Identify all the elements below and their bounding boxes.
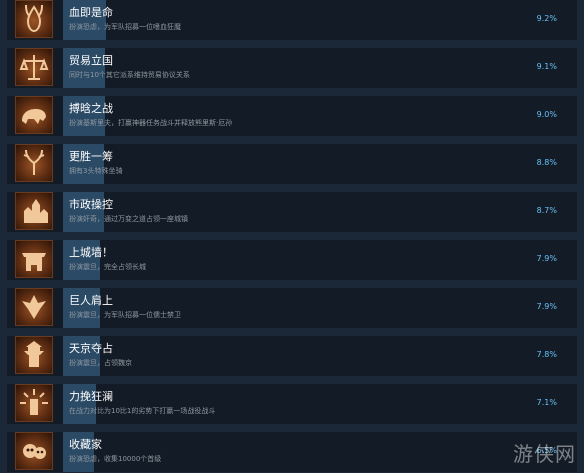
achievement-description: 扮演恐虐，为军队招募一位嗜血狂魔 xyxy=(69,23,181,31)
achievement-title: 巨人肩上 xyxy=(69,294,113,307)
achievement-percent: 7.9% xyxy=(536,254,557,263)
achievement-title: 血即是命 xyxy=(69,6,113,19)
achievement-percent: 8.8% xyxy=(536,158,557,167)
radiant-tower-icon xyxy=(15,384,53,422)
scales-icon xyxy=(15,48,53,86)
achievement-title: 收藏家 xyxy=(69,438,102,451)
achievement-percent: 8.7% xyxy=(536,206,557,215)
achievement-row[interactable]: 市政操控 扮演奸奇，通过万变之道占领一座城镇 8.7% xyxy=(7,192,577,232)
achievement-description: 同时与10个其它派系维持贸易协议关系 xyxy=(69,71,190,79)
achievement-row[interactable]: 更胜一筹 拥有3头特殊坐骑 8.8% xyxy=(7,144,577,184)
bear-icon xyxy=(15,96,53,134)
achievement-description: 在战力对比为10比1的劣势下打赢一场战役战斗 xyxy=(69,407,216,415)
achievement-title: 搏晗之战 xyxy=(69,102,113,115)
achievement-description: 扮演震旦，完全占领长城 xyxy=(69,263,146,271)
achievement-percent: 9.0% xyxy=(536,110,557,119)
achievement-description: 扮演基斯里夫，打赢神器任务战斗并释放熊里斯·厄孙 xyxy=(69,119,233,127)
achievement-row[interactable]: 搏晗之战 扮演基斯里夫，打赢神器任务战斗并释放熊里斯·厄孙 9.0% xyxy=(7,96,577,136)
achievement-percent: 7.1% xyxy=(536,398,557,407)
achievement-row[interactable]: 天京夺占 扮演震旦，占领魏京 7.8% xyxy=(7,336,577,376)
achievement-row[interactable]: 收藏家 扮演恐虐，收集10000个首级 6.5% xyxy=(7,432,577,472)
achievement-row[interactable]: 血即是命 扮演恐虐，为军队招募一位嗜血狂魔 9.2% xyxy=(7,0,577,40)
achievement-description: 扮演震旦，占领魏京 xyxy=(69,359,132,367)
site-watermark: 游侠网 xyxy=(513,442,576,466)
achievement-description: 扮演奸奇，通过万变之道占领一座城镇 xyxy=(69,215,188,223)
skulls-icon xyxy=(15,432,53,470)
achievement-title: 贸易立国 xyxy=(69,54,113,67)
crane-icon xyxy=(15,288,53,326)
achievement-percent: 9.2% xyxy=(536,14,557,23)
achievement-title: 上城墙！ xyxy=(69,246,113,259)
achievement-title: 天京夺占 xyxy=(69,342,113,355)
achievement-description: 扮演震旦，为军队招募一位儒士禁卫 xyxy=(69,311,181,319)
achievement-title: 市政操控 xyxy=(69,198,113,211)
antlers-icon xyxy=(15,144,53,182)
achievement-row[interactable]: 上城墙！ 扮演震旦，完全占领长城 7.9% xyxy=(7,240,577,280)
achievement-row[interactable]: 巨人肩上 扮演震旦，为军队招募一位儒士禁卫 7.9% xyxy=(7,288,577,328)
achievement-description: 扮演恐虐，收集10000个首级 xyxy=(69,455,162,463)
achievement-title: 力挽狂澜 xyxy=(69,390,113,403)
town-icon xyxy=(15,192,53,230)
achievement-percent: 7.8% xyxy=(536,350,557,359)
pagoda-icon xyxy=(15,336,53,374)
achievement-title: 更胜一筹 xyxy=(69,150,113,163)
achievement-percent: 7.9% xyxy=(536,302,557,311)
great-wall-icon xyxy=(15,240,53,278)
achievement-description: 拥有3头特殊坐骑 xyxy=(69,167,123,175)
achievement-percent: 9.1% xyxy=(536,62,557,71)
achievement-row[interactable]: 贸易立国 同时与10个其它派系维持贸易协议关系 9.1% xyxy=(7,48,577,88)
horned-skull-icon xyxy=(15,0,53,38)
achievement-row[interactable]: 力挽狂澜 在战力对比为10比1的劣势下打赢一场战役战斗 7.1% xyxy=(7,384,577,424)
